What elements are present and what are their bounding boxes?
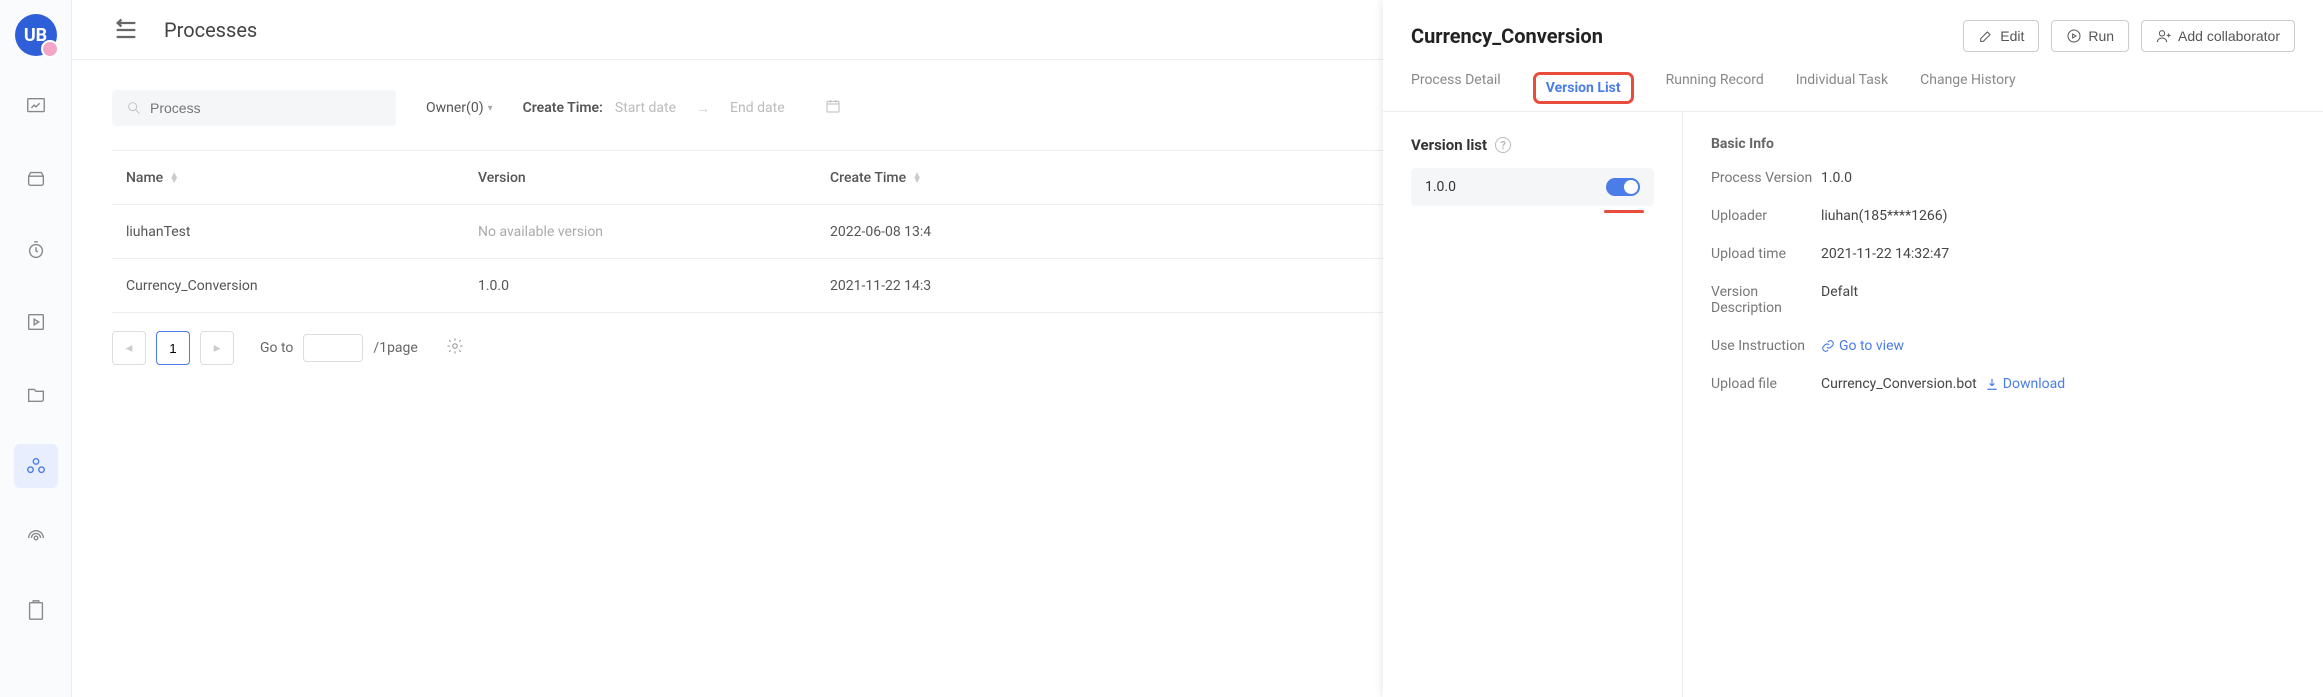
col-createtime-header[interactable]: Create Time bbox=[830, 170, 906, 186]
sort-icon[interactable]: ▲▼ bbox=[912, 173, 922, 183]
search-input[interactable] bbox=[150, 100, 382, 116]
tab-version-list[interactable]: Version List bbox=[1533, 72, 1634, 104]
instruction-label: Use Instruction bbox=[1711, 338, 1821, 354]
basic-info-heading: Basic Info bbox=[1711, 136, 2295, 152]
upload-time-label: Upload time bbox=[1711, 246, 1821, 262]
end-date-input[interactable]: End date bbox=[730, 100, 785, 116]
version-number: 1.0.0 bbox=[1425, 179, 1456, 195]
edit-icon bbox=[1978, 28, 1994, 44]
version-item[interactable]: 1.0.0 bbox=[1411, 168, 1654, 206]
cell-createtime: 2022-06-08 13:4 bbox=[830, 224, 1010, 240]
run-label: Run bbox=[2088, 28, 2114, 44]
basic-info-column: Basic Info Process Version 1.0.0 Uploade… bbox=[1683, 112, 2323, 697]
cell-name: liuhanTest bbox=[126, 224, 478, 240]
go-to-view-link[interactable]: Go to view bbox=[1821, 338, 1904, 354]
upload-time-value: 2021-11-22 14:32:47 bbox=[1821, 246, 1949, 262]
nav-clipboard-icon[interactable] bbox=[14, 588, 58, 632]
cell-version: 1.0.0 bbox=[478, 278, 830, 294]
panel-title: Currency_Conversion bbox=[1411, 24, 1603, 48]
sort-icon[interactable]: ▲▼ bbox=[169, 173, 179, 183]
nav-dashboard-icon[interactable] bbox=[14, 84, 58, 128]
upload-file-label: Upload file bbox=[1711, 376, 1821, 392]
page-input[interactable] bbox=[156, 331, 190, 365]
download-link[interactable]: Download bbox=[1985, 376, 2065, 392]
nav-processes-icon[interactable] bbox=[14, 444, 58, 488]
nav-broadcast-icon[interactable] bbox=[14, 516, 58, 560]
nav-run-icon[interactable] bbox=[14, 300, 58, 344]
date-range-arrow-icon: → bbox=[696, 100, 710, 117]
description-label: Version Description bbox=[1711, 284, 1821, 316]
add-collab-label: Add collaborator bbox=[2178, 28, 2280, 44]
page-title: Processes bbox=[164, 18, 257, 42]
detail-panel: Currency_Conversion Edit Run Add collabo… bbox=[1383, 0, 2323, 697]
download-label: Download bbox=[2003, 376, 2065, 392]
app-logo: UB bbox=[15, 14, 57, 56]
go-to-view-label: Go to view bbox=[1839, 338, 1904, 354]
page-suffix: /1page bbox=[373, 340, 417, 356]
nav-timer-icon[interactable] bbox=[14, 228, 58, 272]
tab-change-history[interactable]: Change History bbox=[1920, 72, 2015, 111]
settings-icon[interactable] bbox=[446, 337, 464, 359]
run-button[interactable]: Run bbox=[2051, 20, 2129, 52]
cell-name: Currency_Conversion bbox=[126, 278, 478, 294]
file-name: Currency_Conversion.bot bbox=[1821, 376, 1977, 392]
prev-page-button[interactable]: ◂ bbox=[112, 331, 146, 365]
link-icon bbox=[1821, 339, 1835, 353]
tab-running-record[interactable]: Running Record bbox=[1666, 72, 1764, 111]
tab-process-detail[interactable]: Process Detail bbox=[1411, 72, 1501, 111]
version-toggle[interactable] bbox=[1606, 178, 1640, 196]
add-collaborator-button[interactable]: Add collaborator bbox=[2141, 20, 2295, 52]
owner-label: Owner(0) bbox=[426, 100, 484, 116]
process-version-value: 1.0.0 bbox=[1821, 170, 1852, 186]
owner-filter[interactable]: Owner(0) ▾ bbox=[426, 100, 493, 116]
create-time-filter: Create Time: Start date → End date bbox=[523, 98, 841, 118]
search-icon bbox=[126, 100, 142, 116]
goto-input[interactable] bbox=[303, 334, 363, 362]
cell-createtime: 2021-11-22 14:3 bbox=[830, 278, 1010, 294]
run-icon bbox=[2066, 28, 2082, 44]
menu-toggle-icon[interactable] bbox=[112, 16, 140, 44]
nav-package-icon[interactable] bbox=[14, 156, 58, 200]
col-version-header: Version bbox=[478, 170, 526, 186]
download-icon bbox=[1985, 377, 1999, 391]
create-time-label: Create Time: bbox=[523, 100, 603, 116]
sidebar: UB bbox=[0, 0, 72, 697]
edit-button[interactable]: Edit bbox=[1963, 20, 2039, 52]
goto-label: Go to bbox=[260, 340, 293, 356]
chevron-down-icon: ▾ bbox=[488, 103, 493, 114]
cell-version: No available version bbox=[478, 224, 830, 240]
search-box[interactable] bbox=[112, 90, 396, 126]
version-list-heading: Version list bbox=[1411, 136, 1487, 154]
version-list-column: Version list ? 1.0.0 bbox=[1383, 112, 1683, 697]
panel-tabs: Process Detail Version List Running Reco… bbox=[1383, 52, 2323, 112]
start-date-input[interactable]: Start date bbox=[615, 100, 676, 116]
add-user-icon bbox=[2156, 28, 2172, 44]
nav-folder-icon[interactable] bbox=[14, 372, 58, 416]
uploader-value: liuhan(185****1266) bbox=[1821, 208, 1947, 224]
help-icon[interactable]: ? bbox=[1495, 137, 1511, 153]
next-page-button[interactable]: ▸ bbox=[200, 331, 234, 365]
edit-label: Edit bbox=[2000, 28, 2024, 44]
tab-individual-task[interactable]: Individual Task bbox=[1796, 72, 1888, 111]
col-name-header[interactable]: Name bbox=[126, 170, 163, 186]
process-version-label: Process Version bbox=[1711, 170, 1821, 186]
uploader-label: Uploader bbox=[1711, 208, 1821, 224]
description-value: Defalt bbox=[1821, 284, 1858, 316]
calendar-icon[interactable] bbox=[825, 98, 841, 118]
